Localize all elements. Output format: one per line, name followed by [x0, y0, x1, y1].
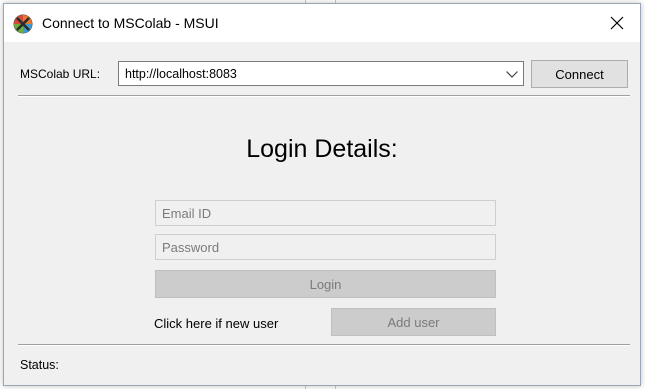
url-combobox[interactable]: http://localhost:8083: [118, 61, 524, 86]
add-user-button[interactable]: Add user: [331, 308, 496, 336]
new-user-text: Click here if new user: [154, 316, 279, 331]
login-button[interactable]: Login: [155, 270, 496, 298]
close-icon: [610, 16, 624, 30]
status-label: Status:: [20, 358, 59, 372]
bottom-separator: [18, 344, 630, 346]
url-value: http://localhost:8083: [125, 67, 237, 81]
connect-dialog: Connect to MSColab - MSUI MSColab URL: h…: [3, 3, 641, 386]
window-title: Connect to MSColab - MSUI: [42, 15, 219, 31]
top-separator: [18, 95, 630, 97]
url-label: MSColab URL:: [20, 67, 101, 81]
email-field[interactable]: [155, 200, 496, 226]
login-heading: Login Details:: [246, 135, 398, 163]
password-field[interactable]: [155, 234, 496, 260]
chevron-down-icon: [506, 71, 518, 78]
title-bar: Connect to MSColab - MSUI: [4, 4, 640, 42]
connect-button[interactable]: Connect: [531, 60, 628, 88]
msui-app-icon: [13, 14, 33, 34]
close-button[interactable]: [594, 4, 640, 42]
